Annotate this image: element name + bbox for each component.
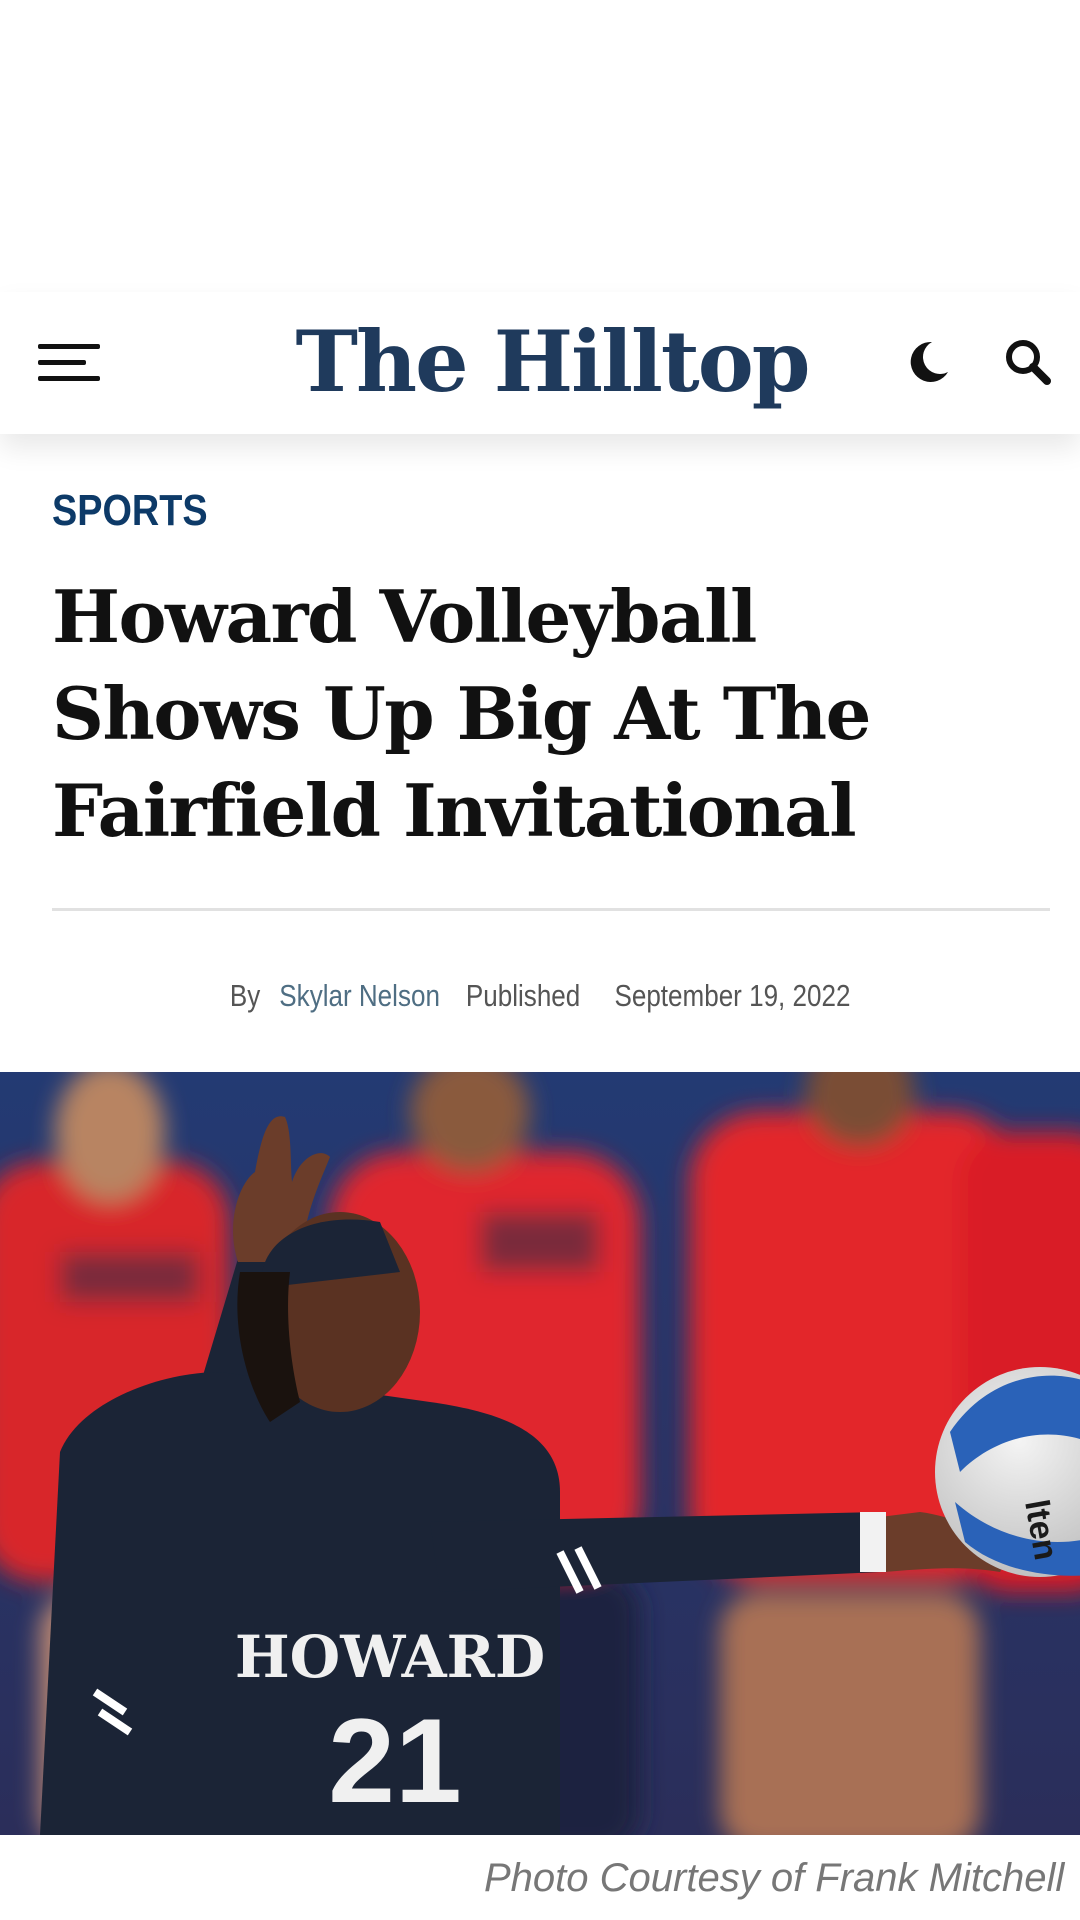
article-category[interactable]: SPORTS (52, 486, 208, 536)
author-link[interactable]: Skylar Nelson (279, 978, 440, 1014)
hamburger-menu-icon[interactable] (38, 338, 102, 388)
search-icon[interactable] (1002, 336, 1054, 388)
divider (52, 908, 1050, 911)
photo-caption: Photo Courtesy of Frank Mitchell (484, 1856, 1065, 1900)
jersey-text: HOWARD (235, 1623, 545, 1691)
moon-icon[interactable] (902, 336, 954, 388)
published-label: Published (466, 978, 581, 1013)
article-title: Howard Volleyball Shows Up Big At The Fa… (52, 574, 871, 853)
article-photo: HOWARD 21 lten (0, 1072, 1080, 1835)
publish-date: September 19, 2022 (614, 978, 851, 1013)
jersey-number: 21 (328, 1694, 461, 1828)
site-logo[interactable]: The Hilltop (296, 306, 811, 416)
byline: By Skylar Nelson Published September 19,… (0, 978, 1080, 1014)
ad-space (0, 0, 1080, 292)
site-header: The Hilltop (0, 292, 1080, 434)
byline-by-label: By (229, 978, 261, 1013)
